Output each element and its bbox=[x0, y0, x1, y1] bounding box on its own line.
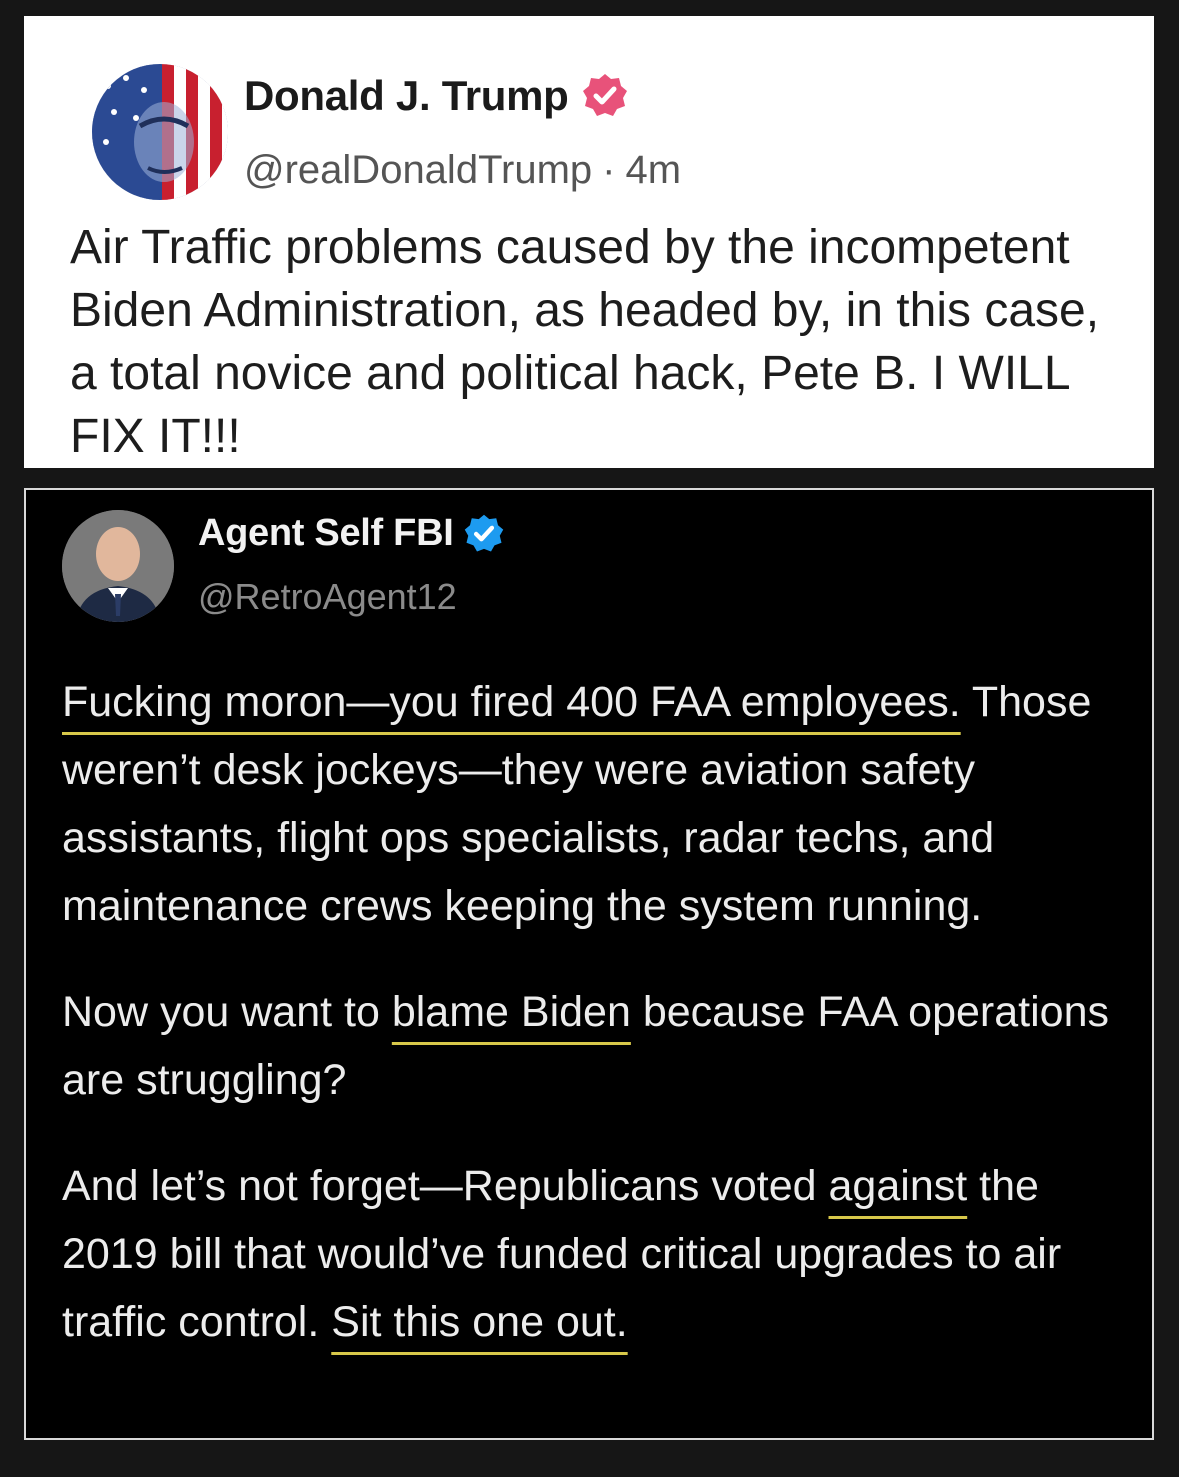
flag-portrait-avatar-image bbox=[92, 64, 228, 200]
author-handle[interactable]: @RetroAgent12 bbox=[198, 576, 457, 618]
author-name[interactable]: Donald J. Trump bbox=[244, 72, 569, 120]
avatar[interactable] bbox=[92, 64, 228, 200]
author-name[interactable]: Agent Self FBI bbox=[198, 512, 454, 555]
underlined-text: Fucking moron—you fired 400 FAA employee… bbox=[62, 678, 961, 726]
underlined-text: against bbox=[828, 1162, 968, 1210]
paragraph-3: And let’s not forget—Republicans voted a… bbox=[62, 1152, 1137, 1356]
man-in-suit-avatar-image bbox=[62, 510, 174, 622]
post-timestamp[interactable]: 4m bbox=[625, 148, 681, 193]
underlined-text: Sit this one out. bbox=[331, 1298, 628, 1346]
author-handle[interactable]: @realDonaldTrump bbox=[244, 148, 592, 193]
underlined-text: blame Biden bbox=[391, 988, 631, 1036]
separator: · bbox=[602, 148, 616, 192]
paragraph-text: And let’s not forget—Republicans voted bbox=[62, 1162, 829, 1210]
verified-badge-icon bbox=[465, 514, 504, 551]
paragraph-text: Now you want to bbox=[62, 988, 392, 1036]
post-text: Air Traffic problems caused by the incom… bbox=[70, 221, 1100, 463]
author-row: Agent Self FBI bbox=[198, 512, 505, 555]
author-row: Donald J. Trump bbox=[244, 72, 629, 120]
handle-row: @realDonaldTrump · 4m bbox=[244, 148, 681, 193]
trump-post-card: Donald J. Trump @realDonaldTrump · 4m Ai… bbox=[24, 16, 1154, 468]
agent-self-post-card: Agent Self FBI @RetroAgent12 Fucking mor… bbox=[24, 488, 1154, 1440]
paragraph-1: Fucking moron—you fired 400 FAA employee… bbox=[62, 668, 1137, 940]
verified-badge-icon bbox=[582, 74, 627, 116]
screenshot-page: Donald J. Trump @realDonaldTrump · 4m Ai… bbox=[0, 0, 1179, 1477]
avatar[interactable] bbox=[62, 510, 174, 622]
paragraph-2: Now you want to blame Biden because FAA … bbox=[62, 978, 1137, 1114]
post-text: Fucking moron—you fired 400 FAA employee… bbox=[62, 668, 1137, 1394]
